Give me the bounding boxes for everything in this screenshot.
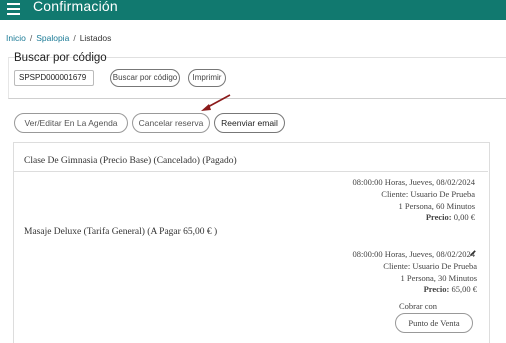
price-label: Precio: <box>423 284 450 294</box>
annotation-arrow-icon <box>201 94 231 111</box>
top-app-bar: Confirmación <box>0 0 506 20</box>
search-by-code-button[interactable]: Buscar por código <box>110 69 180 87</box>
pencil-icon[interactable] <box>469 249 477 257</box>
point-of-sale-button[interactable]: Punto de Venta <box>395 313 473 333</box>
resend-email-button[interactable]: Reenviar email <box>214 113 285 133</box>
service-client: Cliente: Usuario De Prueba <box>383 261 477 271</box>
view-edit-agenda-button[interactable]: Ver/Editar En La Agenda <box>14 113 128 133</box>
service-detail: 1 Persona, 30 Minutos <box>400 273 478 283</box>
breadcrumb-current: Listados <box>79 33 112 43</box>
price-value: 0,00 € <box>453 212 475 222</box>
price-label: Precio: <box>425 212 452 222</box>
page-title: Confirmación <box>33 0 118 14</box>
cancel-booking-button[interactable]: Cancelar reserva <box>132 113 210 133</box>
print-button[interactable]: Imprimir <box>188 69 226 87</box>
search-section-title: Buscar por código <box>14 52 107 64</box>
price-value: 65,00 € <box>451 284 478 294</box>
service-title: Clase De Gimnasia (Precio Base) (Cancela… <box>24 156 237 166</box>
breadcrumb-inicio[interactable]: Inicio <box>6 33 26 43</box>
breadcrumb-spalopia[interactable]: Spalopia <box>36 33 69 43</box>
charge-with-label: Cobrar con <box>399 301 438 311</box>
service-datetime: 08:00:00 Horas, Jueves, 08/02/2024 <box>352 249 475 259</box>
service-datetime: 08:00:00 Horas, Jueves, 08/02/2024 <box>352 177 475 187</box>
breadcrumb: Inicio / Spalopia / Listados <box>6 33 111 43</box>
service-price: Precio: 0,00 € <box>426 212 475 222</box>
booking-code-input[interactable]: SPSPD000001679 <box>14 70 94 86</box>
service-detail: 1 Persona, 60 Minutos <box>398 201 476 211</box>
breadcrumb-separator: / <box>29 33 33 43</box>
service-client: Cliente: Usuario De Prueba <box>381 189 475 199</box>
divider <box>14 171 488 172</box>
breadcrumb-separator: / <box>73 33 76 43</box>
hamburger-menu-icon[interactable] <box>7 3 20 15</box>
service-price: Precio: 65,00 € <box>424 284 477 294</box>
service-title: Masaje Deluxe (Tarifa General) (A Pagar … <box>24 227 218 237</box>
